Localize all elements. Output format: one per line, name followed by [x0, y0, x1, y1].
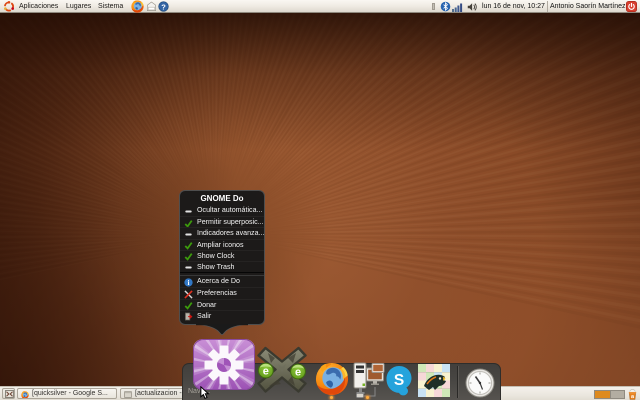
svg-text:i: i: [188, 279, 190, 287]
svg-text:e: e: [295, 366, 301, 378]
svg-text:e: e: [263, 365, 269, 377]
svg-text:S: S: [394, 372, 404, 389]
svg-text:?: ?: [161, 2, 166, 11]
